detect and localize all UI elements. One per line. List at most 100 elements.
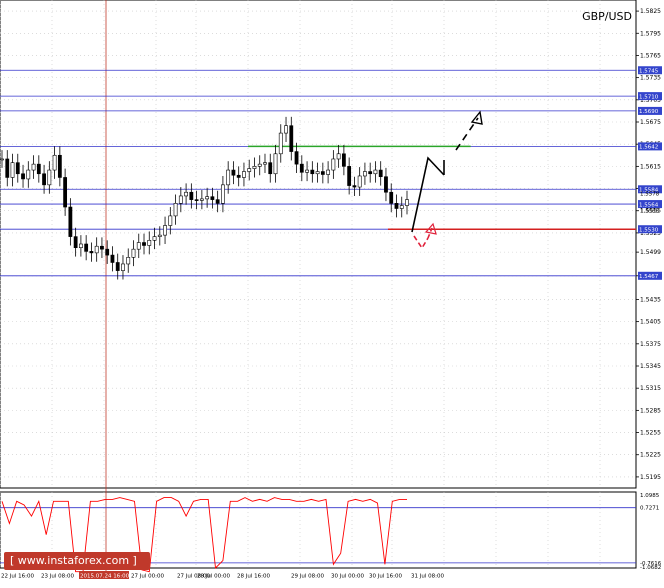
- candle-body: [121, 263, 125, 271]
- candle-body: [205, 196, 210, 200]
- x-tick-label: 28 Jul 16:00: [237, 574, 270, 580]
- y-tick-label: 1.5255: [640, 430, 661, 437]
- candle-body: [42, 173, 46, 186]
- x-tick-label: 30 Jul 16:00: [369, 574, 402, 580]
- y-tick-label: 1.5735: [640, 75, 661, 82]
- y-tick-label: 1.5435: [640, 296, 661, 303]
- y-tick-label: 1.5225: [640, 452, 661, 459]
- y-tick-label: 1.5499: [640, 249, 661, 256]
- candle-body: [215, 199, 220, 204]
- y-tick-label: 1.5825: [640, 8, 661, 15]
- x-tick-label: 30 Jul 00:00: [331, 574, 364, 580]
- symbol-label: GBP/USD: [582, 10, 632, 23]
- candle-body: [115, 262, 120, 271]
- candle-body: [405, 199, 409, 206]
- candle-body: [184, 191, 188, 197]
- candle-body: [252, 166, 257, 169]
- candle-body: [320, 171, 325, 175]
- level-label-1.5564: 1.5564: [639, 202, 659, 208]
- y-tick-label: 1.5375: [640, 341, 661, 348]
- candle-body: [189, 191, 194, 200]
- candle-body: [21, 173, 25, 180]
- candle-body: [157, 234, 162, 237]
- candle-body: [368, 171, 373, 175]
- y-tick-label: 1.5615: [640, 163, 661, 170]
- candle-body: [363, 171, 367, 177]
- candle-body: [347, 166, 352, 186]
- osc-tick-label: 0.7271: [640, 506, 659, 512]
- candle-body: [278, 132, 283, 155]
- candle-body: [15, 162, 20, 175]
- candle-body: [268, 162, 273, 175]
- level-label-1.5710: 1.5710: [639, 94, 659, 100]
- candle-body: [305, 169, 309, 173]
- level-label-1.5642: 1.5642: [639, 145, 658, 151]
- candle-body: [142, 242, 146, 246]
- candle-body: [226, 169, 231, 186]
- x-tick-label: 22 Jul 16:00: [1, 574, 34, 580]
- candle-body: [26, 169, 31, 180]
- candle-body: [68, 206, 73, 237]
- level-label-1.5467: 1.5467: [639, 274, 659, 280]
- y-tick-label: 1.5675: [640, 119, 661, 126]
- candle-body: [341, 153, 346, 167]
- candle-body: [331, 158, 336, 171]
- main-panel: [0, 0, 637, 489]
- level-label-1.5745: 1.5745: [639, 68, 659, 74]
- y-tick-label: 1.5345: [640, 363, 661, 370]
- x-tick-label: 29 Jul 08:00: [291, 574, 324, 580]
- candle-body: [31, 163, 36, 171]
- y-tick-label: 1.5285: [640, 407, 661, 414]
- candle-body: [221, 184, 225, 204]
- candle-body: [152, 236, 157, 241]
- candle-body: [10, 162, 15, 178]
- candle-body: [73, 236, 78, 248]
- x-tick-label: 23 Jul 08:00: [41, 574, 74, 580]
- candle-body: [36, 163, 41, 175]
- price-label-1.5555: 1.5555: [640, 209, 660, 215]
- candle-body: [5, 158, 10, 178]
- y-tick-label: 1.5405: [640, 319, 661, 326]
- x-tick-label-marker: 2015.07.24 16:00: [80, 574, 130, 580]
- candle-body: [273, 153, 278, 175]
- candle-body: [105, 248, 110, 256]
- candle-body: [373, 169, 378, 175]
- x-tick-label: 27 Jul 00:00: [131, 574, 164, 580]
- candle-body: [110, 254, 115, 263]
- candle-body: [199, 198, 204, 201]
- candle-body: [389, 191, 394, 204]
- candle-body: [378, 169, 383, 178]
- candle-body: [384, 176, 388, 193]
- watermark: [ www.instaforex.com ]: [4, 552, 150, 570]
- price-label-1.5578: 1.5578: [640, 192, 660, 198]
- candle-body: [94, 245, 99, 254]
- candle-body: [52, 154, 57, 171]
- candle-body: [194, 199, 199, 201]
- candle-body: [147, 240, 152, 246]
- x-tick-label: 31 Jul 08:00: [411, 574, 444, 580]
- candle-body: [78, 243, 83, 248]
- level-label-1.5530: 1.5530: [639, 227, 659, 233]
- candle-body: [310, 169, 315, 175]
- candle-body: [0, 158, 4, 161]
- candle-body: [289, 125, 294, 152]
- candle-body: [257, 163, 262, 167]
- y-tick-label: 1.5195: [640, 474, 661, 481]
- candle-body: [84, 243, 89, 252]
- candle-body: [394, 203, 399, 209]
- osc-tick-label: -1.0682: [640, 565, 661, 571]
- candle-body: [236, 174, 241, 178]
- candle-body: [231, 169, 236, 176]
- candle-body: [89, 251, 94, 254]
- candle-body: [357, 175, 362, 188]
- candle-body: [284, 125, 288, 134]
- chart-root: 1.5825 1.5795 1.5765 1.5735 1.5705 1.5675 1.56…: [0, 0, 664, 584]
- candle-body: [178, 195, 183, 204]
- candle-body: [131, 248, 136, 258]
- candle-body: [163, 225, 167, 236]
- candle-body: [326, 169, 331, 175]
- osc-tick-label: 1.0985: [640, 493, 660, 499]
- candle-body: [63, 177, 68, 208]
- candle-body: [299, 163, 304, 173]
- y-tick-label: 1.5765: [640, 52, 661, 59]
